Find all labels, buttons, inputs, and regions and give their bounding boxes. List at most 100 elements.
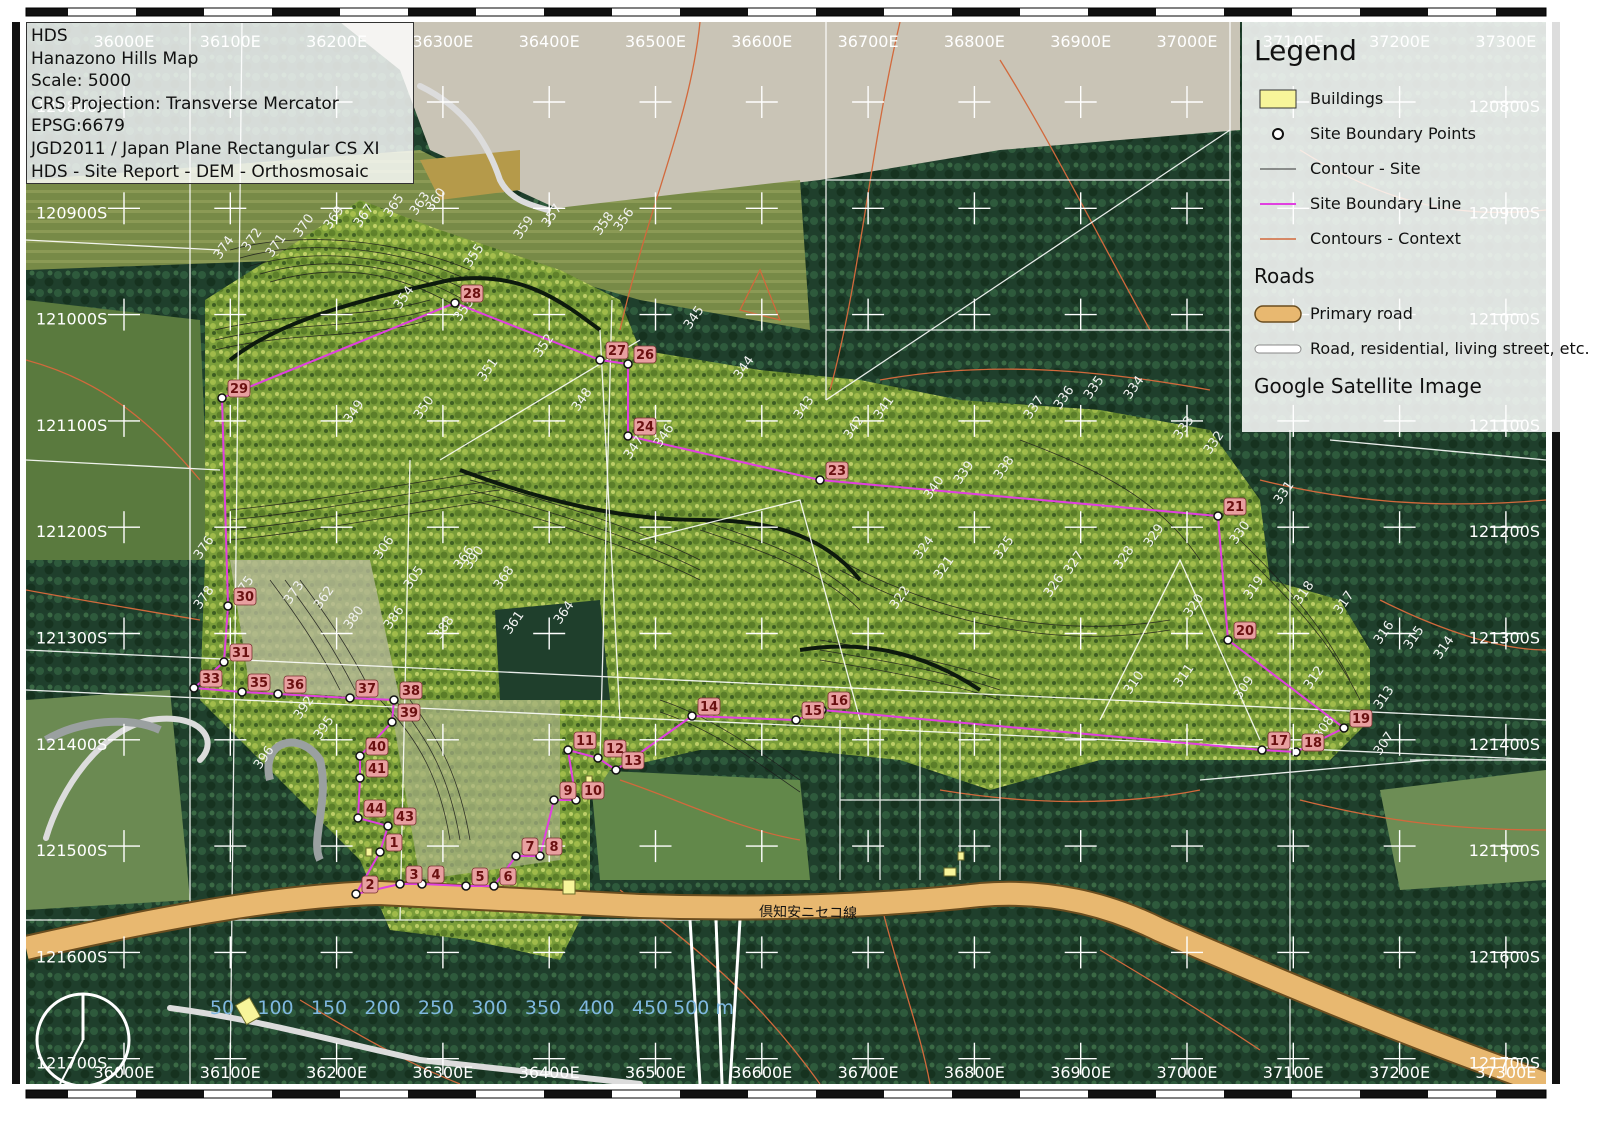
frame-left xyxy=(12,22,20,1084)
boundary-point-label: 41 xyxy=(365,759,389,778)
title-line: Scale: 5000 xyxy=(31,71,132,92)
svg-text:20: 20 xyxy=(1236,624,1254,639)
boundary-point-icon[interactable] xyxy=(791,715,801,725)
boundary-point-icon[interactable] xyxy=(237,687,247,697)
boundary-point-label: 3 xyxy=(405,865,423,884)
boundary-point-icon[interactable] xyxy=(389,695,399,705)
svg-text:38: 38 xyxy=(402,684,420,699)
boundary-point-icon[interactable] xyxy=(563,745,573,755)
svg-text:28: 28 xyxy=(463,287,481,302)
legend-basemap-label: Google Satellite Image xyxy=(1254,374,1482,398)
easting-label-top: 37000E xyxy=(1156,32,1217,51)
boundary-point-icon[interactable] xyxy=(345,693,355,703)
boundary-point-icon[interactable] xyxy=(273,689,283,699)
boundary-point-icon[interactable] xyxy=(1213,511,1223,521)
boundary-point-icon[interactable] xyxy=(351,889,361,899)
buildings-swatch-icon xyxy=(1254,88,1302,110)
boundary-point-icon[interactable] xyxy=(623,359,633,369)
title-line: HDS - Site Report - DEM - Orthosmosaic xyxy=(31,161,369,182)
boundary-point-label: 7 xyxy=(521,837,539,856)
legend-item-contour-site: Contour - Site xyxy=(1254,151,1566,186)
easting-label-bottom: 36400E xyxy=(519,1063,580,1082)
easting-label-bottom: 36500E xyxy=(625,1063,686,1082)
easting-label-bottom: 36700E xyxy=(838,1063,899,1082)
boundary-point-label: 4 xyxy=(427,865,445,884)
boundary-point-icon[interactable] xyxy=(223,601,233,611)
easting-label-bottom: 36600E xyxy=(731,1063,792,1082)
boundary-point-icon[interactable] xyxy=(511,851,521,861)
svg-text:33: 33 xyxy=(202,672,220,687)
scale-bar: 50 100 150 200 250 300 350 400 450 500 m xyxy=(210,997,734,1019)
boundary-point-icon[interactable] xyxy=(1339,723,1349,733)
boundary-point-icon[interactable] xyxy=(815,475,825,485)
legend-item-boundary-points: Site Boundary Points xyxy=(1254,116,1566,151)
boundary-point-icon[interactable] xyxy=(595,355,605,365)
svg-text:9: 9 xyxy=(563,784,572,799)
road-label: 倶知安ニセコ線 xyxy=(759,903,857,922)
northing-label-left: 121100S xyxy=(36,416,107,435)
building xyxy=(562,879,576,895)
northing-label-left: 121600S xyxy=(36,947,107,966)
northing-label-left: 120900S xyxy=(36,203,107,222)
northing-label-right: 121200S xyxy=(1469,522,1540,541)
boundary-point-label: 6 xyxy=(499,867,517,886)
building xyxy=(943,867,957,877)
northing-label-right: 121700S xyxy=(1469,1054,1540,1073)
boundary-point-icon[interactable] xyxy=(687,711,697,721)
svg-text:37: 37 xyxy=(358,682,376,697)
boundary-point-label: 21 xyxy=(1223,497,1247,516)
easting-label-top: 36600E xyxy=(731,32,792,51)
svg-text:27: 27 xyxy=(608,344,626,359)
boundary-point-icon[interactable] xyxy=(611,765,621,775)
easting-label-top: 36400E xyxy=(519,32,580,51)
scale-bar-label: 400 xyxy=(578,997,614,1019)
boundary-point-icon[interactable] xyxy=(1223,635,1233,645)
boundary-point-icon[interactable] xyxy=(593,753,603,763)
boundary-point-label: 19 xyxy=(1349,709,1373,728)
orange-line-icon xyxy=(1254,228,1302,250)
northing-label-left: 121500S xyxy=(36,841,107,860)
boundary-point-icon[interactable] xyxy=(549,795,559,805)
magenta-line-icon xyxy=(1254,193,1302,215)
boundary-point-icon[interactable] xyxy=(383,821,393,831)
boundary-point-icon[interactable] xyxy=(375,847,385,857)
boundary-point-icon[interactable] xyxy=(1257,745,1267,755)
boundary-point-label: 26 xyxy=(633,345,657,364)
boundary-point-label: 8 xyxy=(545,837,563,856)
boundary-point-icon[interactable] xyxy=(189,683,199,693)
primary-road-icon xyxy=(1254,303,1302,325)
scale-bar-label: 150 xyxy=(311,997,347,1019)
easting-label-top: 36300E xyxy=(412,32,473,51)
boundary-point-icon[interactable] xyxy=(489,881,499,891)
scale-bar-label: 250 xyxy=(418,997,454,1019)
boundary-point-icon[interactable] xyxy=(461,881,471,891)
legend-item-contours-context: Contours - Context xyxy=(1254,221,1566,256)
svg-text:17: 17 xyxy=(1270,734,1288,749)
boundary-point-icon[interactable] xyxy=(395,879,405,889)
legend-label: Site Boundary Line xyxy=(1310,194,1462,213)
svg-text:6: 6 xyxy=(503,870,512,885)
boundary-point-label: 14 xyxy=(697,697,721,716)
boundary-point-icon[interactable] xyxy=(219,657,229,667)
title-line: EPSG:6679 xyxy=(31,116,125,137)
frame-top xyxy=(25,7,1547,17)
legend-item-residential-road: Road, residential, living street, etc. xyxy=(1254,331,1590,366)
legend-title: Legend xyxy=(1254,34,1357,67)
svg-text:10: 10 xyxy=(584,784,602,799)
building xyxy=(365,847,373,857)
northing-label-right: 121400S xyxy=(1469,735,1540,754)
boundary-point-icon[interactable] xyxy=(355,773,365,783)
northing-label-right: 121500S xyxy=(1469,841,1540,860)
boundary-point-icon[interactable] xyxy=(217,393,227,403)
boundary-point-icon[interactable] xyxy=(387,717,397,727)
svg-text:30: 30 xyxy=(236,590,254,605)
boundary-point-icon[interactable] xyxy=(353,813,363,823)
svg-text:18: 18 xyxy=(1304,736,1322,751)
title-line: JGD2011 / Japan Plane Rectangular CS XI xyxy=(31,138,380,159)
boundary-point-icon[interactable] xyxy=(355,751,365,761)
field-bottom-mid xyxy=(590,770,810,880)
easting-label-bottom: 36200E xyxy=(306,1063,367,1082)
easting-label-bottom: 36100E xyxy=(200,1063,261,1082)
svg-text:13: 13 xyxy=(624,754,642,769)
svg-text:43: 43 xyxy=(396,810,414,825)
